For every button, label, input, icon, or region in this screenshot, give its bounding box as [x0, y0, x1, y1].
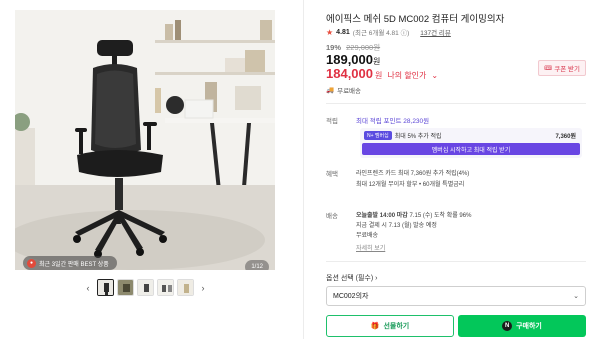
thumbnail-4[interactable]: [157, 279, 174, 296]
coupon-button-label: 쿠폰 받기: [554, 66, 580, 73]
membership-points-amount: 7,360원: [555, 134, 576, 140]
thumbnail-image: [178, 280, 193, 295]
thumbnail-1[interactable]: [97, 279, 114, 296]
delivery-line-2: 지금 결제 시 7.13 (월) 발송 예정: [356, 223, 437, 229]
option-select[interactable]: MC002의자 ⌄: [326, 286, 586, 306]
option-selected-value: MC002의자: [333, 293, 369, 300]
section-divider: [326, 261, 586, 262]
thumbnail-image: [118, 280, 133, 295]
benefit-line-1: 라인프렌즈 카드 최대 7,360원 추가 적립(4%): [356, 171, 470, 177]
chevron-down-icon: ⌄: [573, 293, 579, 300]
free-shipping-text: 무료배송: [337, 88, 362, 95]
delivery-cutoff: 오늘출발 14:00 마감: [356, 213, 408, 219]
fire-icon: ●: [27, 258, 36, 268]
section-divider: [326, 103, 586, 104]
rating-score: 4.81: [336, 28, 350, 36]
sale-price-value: 184,000: [326, 66, 373, 81]
buy-button-label: 구매하기: [516, 323, 542, 330]
membership-start-button[interactable]: 멤버십 시작하고 최대 적립 받기: [362, 143, 580, 155]
points-label: 적립: [326, 118, 338, 125]
benefit-line-2: 최대 12개월 무이자 할부 • 60개월 특별금리: [356, 182, 465, 188]
thumbnail-5[interactable]: [177, 279, 194, 296]
review-count-link[interactable]: 137건 리뷰: [420, 27, 451, 37]
benefit-label: 혜택: [326, 171, 338, 178]
sale-price-label: 나의 할인가: [387, 71, 427, 80]
membership-points-line: N+ 멤버십 최대 5% 추가 적립 7,360원: [364, 131, 576, 140]
star-icon: ★: [326, 27, 334, 37]
delivery-label: 배송: [326, 213, 338, 220]
option-label: 옵션 선택 (필수) ›: [326, 275, 378, 282]
my-sale-price[interactable]: 184,000 원 나의 할인가 ⌄: [326, 66, 438, 81]
thumbnail-2[interactable]: [117, 279, 134, 296]
naver-pay-icon: N: [502, 321, 513, 331]
coupon-icon: 🎟: [544, 65, 553, 72]
thumbnail-next-button[interactable]: ›: [197, 283, 209, 293]
membership-points-text: 최대 5% 추가 적립: [394, 134, 442, 140]
thumbnail-image: [158, 280, 173, 295]
gift-icon: 🎁: [370, 323, 380, 330]
chevron-down-icon: ⌄: [431, 71, 439, 80]
chair-photo: [15, 10, 275, 270]
thumbnail-strip: ‹ ›: [82, 279, 209, 296]
buy-button[interactable]: N 구매하기: [458, 315, 586, 337]
delivery-detail-link[interactable]: 자세히 보기: [356, 243, 385, 252]
product-title: 에이픽스 메쉬 5D MC002 컴퓨터 게이밍의자: [326, 14, 505, 25]
membership-tag: N+ 멤버십: [364, 131, 392, 140]
max-points: 최대 적립 포인트 28,230원: [356, 118, 430, 125]
thumbnail-image: [98, 280, 113, 295]
price: 189,000원: [326, 52, 380, 67]
price-unit: 원: [373, 57, 381, 66]
best-seller-badge-text: 최근 3일간 판매 BEST 상품: [39, 261, 109, 268]
coupon-button[interactable]: 🎟 쿠폰 받기: [538, 60, 586, 76]
sale-price-unit: 원: [375, 71, 383, 80]
gift-button-label: 선물하기: [383, 323, 410, 330]
column-divider: [303, 0, 304, 339]
discount-percent: 19%: [326, 43, 342, 52]
membership-points-box: N+ 멤버십 최대 5% 추가 적립 7,360원 멤버십 시작하고 최대 적립…: [360, 128, 582, 158]
delivery-line-3: 무료배송: [356, 233, 379, 239]
best-seller-badge: ● 최근 3일간 판매 BEST 상품: [23, 256, 117, 270]
thumbnail-image: [138, 280, 153, 295]
original-price: 229,000원: [346, 43, 381, 52]
delivery-arrival: 7.15 (수) 도착 확률 96%: [409, 213, 472, 219]
thumbnail-prev-button[interactable]: ‹: [82, 283, 94, 293]
price-value: 189,000: [326, 52, 373, 67]
free-shipping-row: 🚚 무료배송: [326, 85, 361, 95]
delivery-line-1: 오늘출발 14:00 마감 7.15 (수) 도착 확률 96%: [356, 210, 471, 219]
thumbnail-3[interactable]: [137, 279, 154, 296]
truck-icon: 🚚: [326, 87, 335, 94]
image-counter: 1/12: [245, 260, 269, 270]
rating-row: ★ 4.81 (최근 6개월 4.81 ⓘ) 137건 리뷰: [326, 27, 451, 38]
rating-detail: (최근 6개월 4.81 ⓘ): [352, 30, 410, 37]
product-main-image[interactable]: ● 최근 3일간 판매 BEST 상품 1/12: [15, 10, 275, 270]
gift-button[interactable]: 🎁 선물하기: [326, 315, 454, 337]
